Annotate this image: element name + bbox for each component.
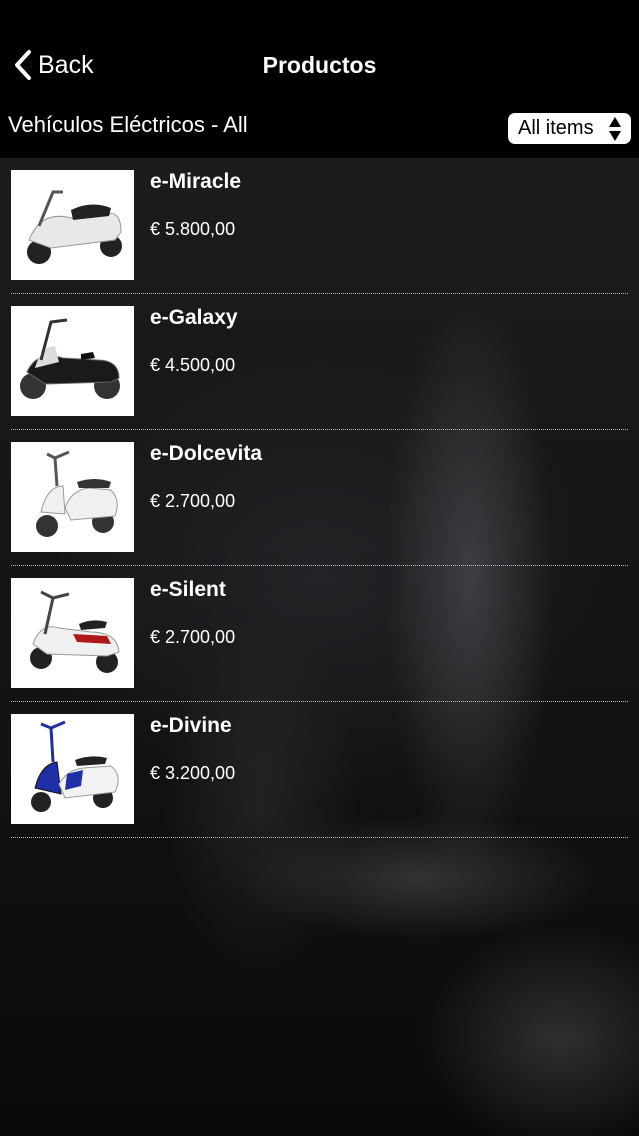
product-image [11,714,134,824]
product-price: € 2.700,00 [150,627,236,647]
product-list-item[interactable]: e-Dolcevita € 2.700,00 [0,430,639,566]
product-price: € 2.700,00 [150,491,236,511]
filter-value: All items [518,117,594,139]
divider [11,837,628,838]
product-price: € 3.200,00 [150,763,236,783]
navigation-bar: Back Productos [0,0,639,100]
product-list: e-Miracle € 5.800,00 e-Galaxy € 4.500,00 [0,158,639,838]
scooter-icon [36,450,118,537]
product-image [11,306,134,416]
product-list-item[interactable]: e-Galaxy € 4.500,00 [0,294,639,430]
scooter-icon [27,190,122,264]
product-list-item[interactable]: e-Divine € 3.200,00 [0,702,639,838]
scooter-icon [30,590,120,673]
page-title: Productos [262,52,377,78]
product-name: e-Silent [150,578,226,601]
product-name: e-Divine [150,714,232,737]
product-price: € 4.500,00 [150,355,236,375]
category-label: Vehículos Eléctricos - All [8,112,248,137]
product-name: e-Galaxy [150,306,238,329]
product-name: e-Dolcevita [150,442,263,465]
product-list-item[interactable]: e-Miracle € 5.800,00 [0,158,639,294]
filter-select[interactable]: All items [508,113,631,144]
product-image [11,578,134,688]
updown-arrows-icon [609,117,621,141]
product-image [11,442,134,552]
product-name: e-Miracle [150,170,242,193]
scooter-icon [20,318,120,399]
category-header: Vehículos Eléctricos - All All items [0,100,639,158]
product-image [11,170,134,280]
product-list-item[interactable]: e-Silent € 2.700,00 [0,566,639,702]
product-price: € 5.800,00 [150,219,236,239]
scooter-icon [31,720,119,812]
